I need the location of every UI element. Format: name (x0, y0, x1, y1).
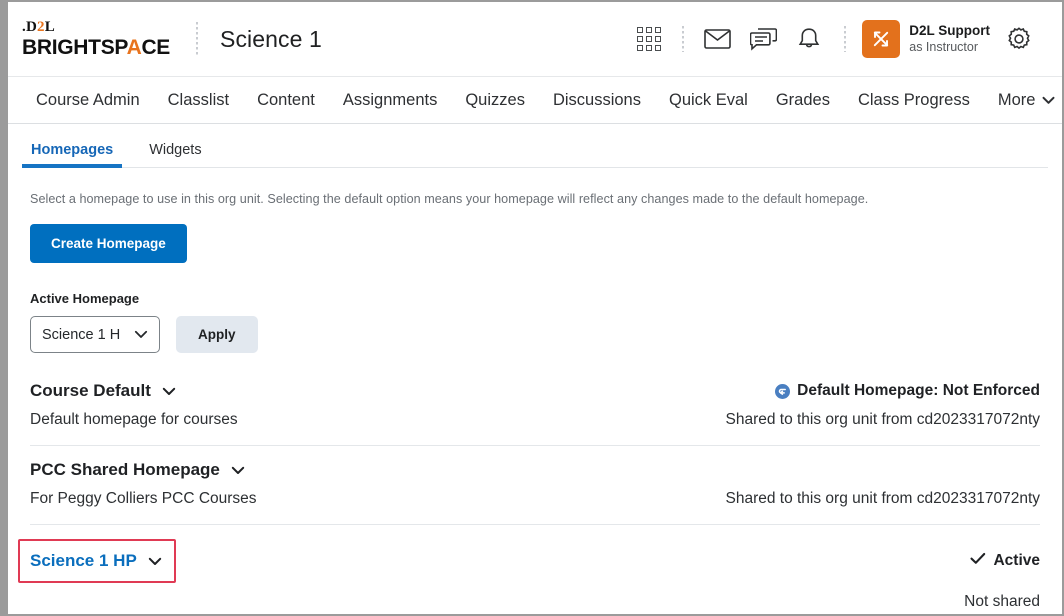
logo-brightspace-text: BRIGHTSPACE (22, 36, 171, 59)
active-homepage-value: Science 1 H (42, 326, 121, 343)
homepage-row-pcc-shared: PCC Shared Homepage For Peggy Colliers P… (30, 445, 1040, 524)
status-text: Active (993, 552, 1040, 569)
homepage-name: Course Default (30, 381, 151, 400)
main-navigation: Course Admin Classlist Content Assignmen… (8, 76, 1062, 124)
chevron-down-icon[interactable] (148, 557, 162, 566)
row-divider (30, 524, 1040, 525)
active-homepage-controls: Science 1 H Apply (30, 316, 1040, 353)
app-header: .D2L BRIGHTSPACE Science 1 D2L Support a… (8, 2, 1062, 76)
header-actions: D2L Support as Instructor (626, 16, 1042, 62)
nav-item-assignments[interactable]: Assignments (329, 85, 451, 116)
chevron-down-icon (1042, 96, 1055, 105)
section-tabs: Homepages Widgets (8, 124, 1062, 168)
nav-item-quizzes[interactable]: Quizzes (451, 85, 539, 116)
swap-arrows-icon[interactable] (862, 20, 901, 58)
homepage-row-details: For Peggy Colliers PCC Courses Shared to… (30, 490, 1040, 524)
status-badge: Active (970, 552, 1040, 570)
homepage-description: For Peggy Colliers PCC Courses (30, 490, 257, 507)
homepage-list: Course Default Default Homepage: Not Enf… (18, 381, 1040, 616)
homepage-name-menu[interactable]: Science 1 HP (30, 551, 162, 571)
header-separator (196, 22, 199, 56)
waffle-grid-glyph (637, 27, 662, 51)
page-root: .D2L BRIGHTSPACE Science 1 D2L Support a… (0, 0, 1064, 616)
tab-homepages[interactable]: Homepages (22, 142, 123, 168)
status-text: Default Homepage: Not Enforced (797, 382, 1040, 399)
active-homepage-select[interactable]: Science 1 H (30, 316, 160, 353)
homepage-shared-info: Not shared (964, 593, 1040, 610)
chevron-down-icon (134, 330, 148, 339)
nav-item-discussions[interactable]: Discussions (539, 85, 655, 116)
nav-item-classlist[interactable]: Classlist (154, 85, 243, 116)
homepage-row-header: PCC Shared Homepage (30, 460, 1040, 480)
user-info: D2L Support as Instructor (909, 23, 990, 56)
active-homepage-label: Active Homepage (30, 291, 140, 306)
row-divider (30, 445, 1040, 446)
nav-item-more[interactable]: More (984, 85, 1064, 116)
nav-item-content[interactable]: Content (243, 85, 329, 116)
bell-icon[interactable] (786, 16, 832, 62)
user-role: as Instructor (909, 39, 979, 54)
homepage-name: Science 1 HP (30, 551, 137, 570)
brightspace-logo[interactable]: .D2L BRIGHTSPACE (22, 19, 171, 59)
highlight-annotation: Science 1 HP (18, 539, 176, 583)
checkmark-icon (970, 552, 986, 570)
nav-item-quick-eval[interactable]: Quick Eval (655, 85, 762, 116)
status-badge: Default Homepage: Not Enforced (775, 382, 1040, 400)
homepage-row-header: Course Default Default Homepage: Not Enf… (30, 381, 1040, 401)
homepage-row-header: Science 1 HP Active (18, 539, 1040, 583)
apply-button[interactable]: Apply (176, 316, 258, 353)
homepage-row-details: Not shared (30, 593, 1040, 616)
homepage-name: PCC Shared Homepage (30, 460, 220, 479)
chevron-down-icon[interactable] (231, 466, 245, 475)
header-separator-3 (844, 26, 847, 52)
intro-description: Select a homepage to use in this org uni… (30, 192, 869, 206)
homepage-shared-info: Shared to this org unit from cd202331707… (725, 490, 1040, 507)
homepage-row-science-1-hp: Science 1 HP Active Not shared (18, 524, 1040, 616)
email-icon[interactable] (694, 16, 740, 62)
nav-item-course-admin[interactable]: Course Admin (22, 85, 154, 116)
default-homepage-badge-icon (775, 383, 791, 399)
logo-d2l-text: .D2L (22, 19, 55, 35)
homepage-row-course-default: Course Default Default Homepage: Not Enf… (30, 381, 1040, 445)
header-separator-2 (682, 26, 685, 52)
homepage-description: Default homepage for courses (30, 411, 238, 428)
nav-item-class-progress[interactable]: Class Progress (844, 85, 984, 116)
homepage-shared-info: Shared to this org unit from cd202331707… (725, 411, 1040, 428)
waffle-grid-icon[interactable] (626, 16, 672, 62)
user-name: D2L Support (909, 22, 990, 38)
user-menu[interactable]: D2L Support as Instructor (862, 20, 990, 58)
nav-item-grades[interactable]: Grades (762, 85, 844, 116)
chevron-down-icon[interactable] (162, 387, 176, 396)
main-content: Select a homepage to use in this org uni… (8, 168, 1062, 616)
gear-icon[interactable] (996, 16, 1042, 62)
nav-more-label: More (997, 90, 1036, 109)
create-homepage-button[interactable]: Create Homepage (30, 224, 187, 263)
homepage-row-details: Default homepage for courses Shared to t… (30, 411, 1040, 445)
tab-widgets[interactable]: Widgets (140, 142, 210, 168)
message-icon[interactable] (740, 16, 786, 62)
homepage-name-menu[interactable]: PCC Shared Homepage (30, 460, 245, 480)
page-title: Science 1 (220, 25, 322, 52)
homepage-name-menu[interactable]: Course Default (30, 381, 176, 401)
